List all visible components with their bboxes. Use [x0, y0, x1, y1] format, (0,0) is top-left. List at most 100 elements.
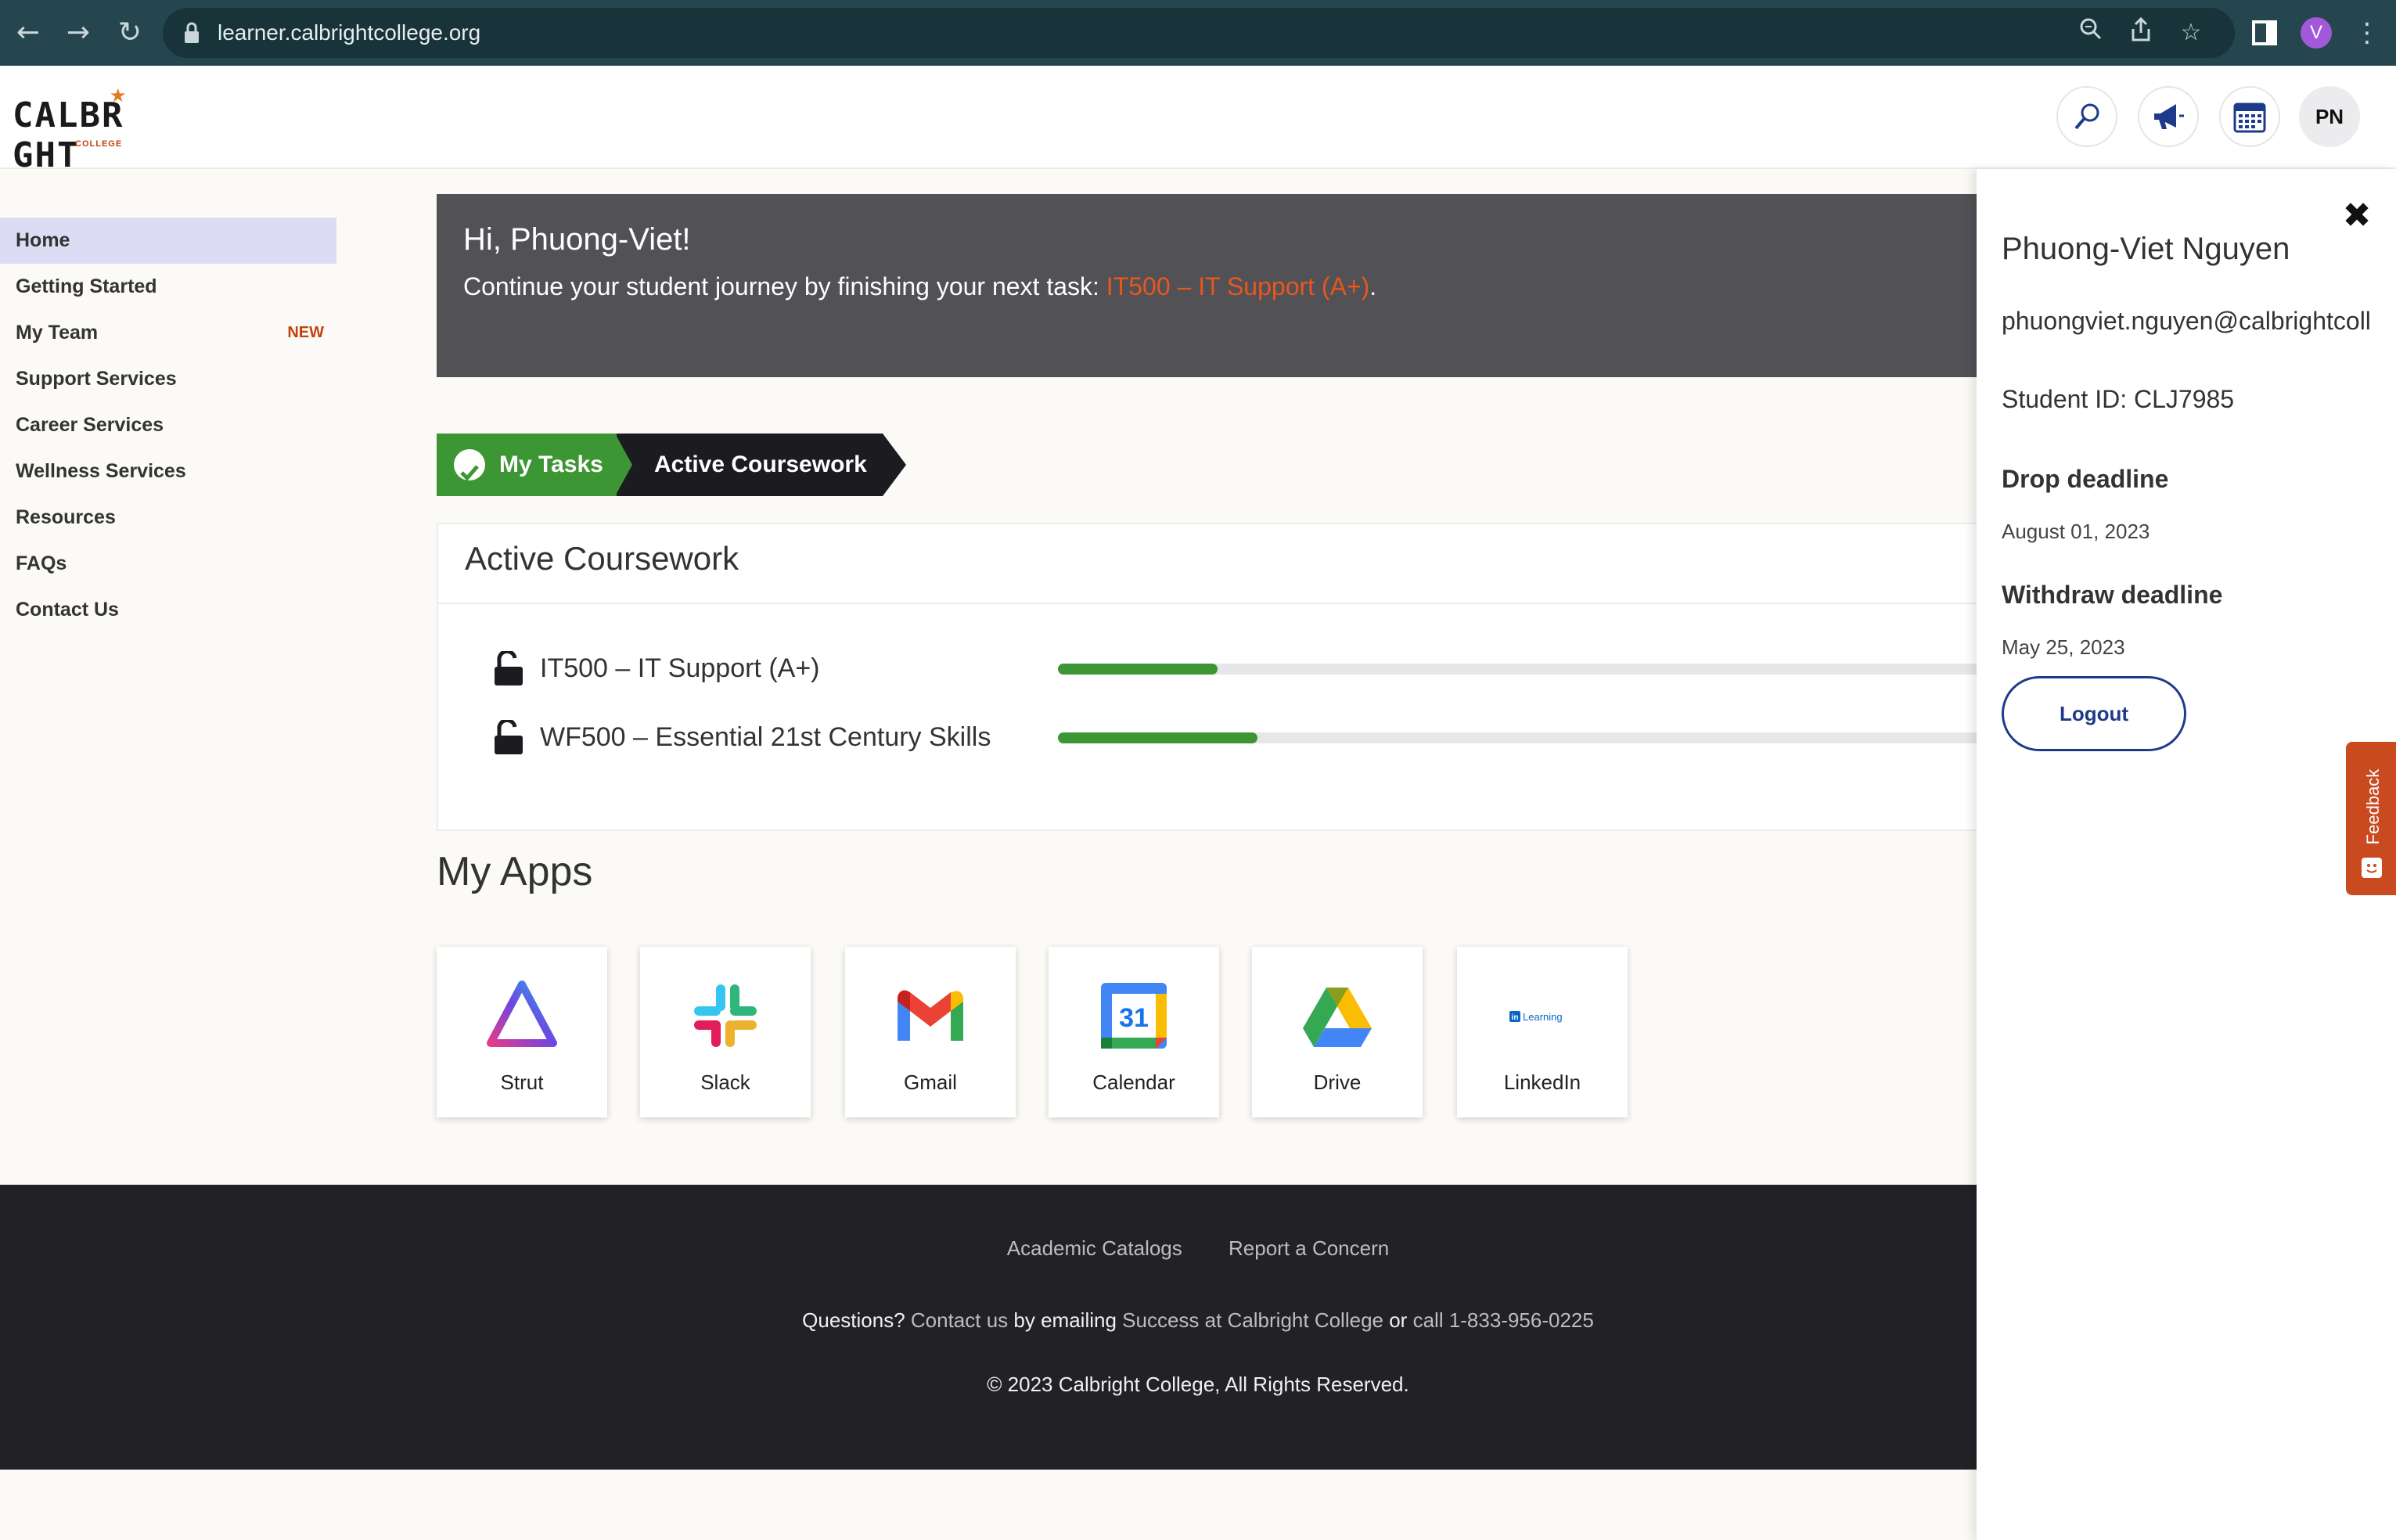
- sidebar-item-label: FAQs: [16, 552, 67, 574]
- feedback-smiley-icon: [2362, 858, 2382, 878]
- drop-deadline-date: August 01, 2023: [2002, 520, 2150, 543]
- browser-toolbar: ← → ↻ learner.calbrightcollege.org ☆ V ⋮: [0, 0, 2396, 66]
- bookmark-star-icon[interactable]: ☆: [2175, 17, 2207, 49]
- feedback-label: Feedback: [2363, 768, 2383, 845]
- footer-text: by emailing: [1008, 1308, 1123, 1332]
- sidebar-item-resources[interactable]: Resources: [0, 495, 336, 541]
- sidebar-item-label: Wellness Services: [16, 460, 186, 482]
- sidebar-item-faqs[interactable]: FAQs: [0, 541, 336, 587]
- unlocked-padlock-icon: [495, 651, 523, 685]
- sidebar-item-getting-started[interactable]: Getting Started: [0, 264, 336, 310]
- student-id: Student ID: CLJ7985: [2002, 385, 2235, 413]
- announcements-button[interactable]: [2138, 86, 2199, 147]
- breadcrumb-separator: [615, 434, 632, 496]
- slack-logo-icon: [694, 984, 757, 1047]
- withdraw-deadline-label: Withdraw deadline: [2002, 581, 2223, 609]
- breadcrumb-arrow: [883, 434, 906, 496]
- reload-icon[interactable]: ↻: [114, 17, 146, 49]
- next-task-suffix: .: [1369, 272, 1377, 300]
- course-name[interactable]: IT500 – IT Support (A+): [540, 645, 820, 692]
- logo-star-icon: ★: [110, 85, 127, 106]
- profile-email: phuongviet.nguyen@calbrightcoll: [2002, 307, 2371, 335]
- next-task-text: Continue your student journey by finishi…: [463, 272, 1376, 301]
- footer-email-link[interactable]: Success at Calbright College: [1122, 1308, 1383, 1332]
- footer-link-report-concern[interactable]: Report a Concern: [1229, 1236, 1389, 1260]
- sidebar-item-wellness-services[interactable]: Wellness Services: [0, 448, 336, 495]
- app-label: Drive: [1313, 1070, 1362, 1094]
- back-arrow-icon[interactable]: ←: [13, 17, 44, 49]
- breadcrumb-active-coursework[interactable]: Active Coursework: [617, 434, 883, 496]
- calendar-icon: [2233, 103, 2266, 133]
- sidebar-item-home[interactable]: Home: [0, 218, 336, 264]
- sidebar-item-label: My Team: [16, 322, 99, 344]
- logo-subtitle: COLLEGE: [75, 139, 123, 149]
- feedback-tab[interactable]: Feedback: [2346, 742, 2396, 895]
- calendar-button[interactable]: [2219, 86, 2280, 147]
- app-label: Strut: [500, 1070, 544, 1094]
- footer-text: or: [1383, 1308, 1413, 1332]
- withdraw-deadline-date: May 25, 2023: [2002, 635, 2125, 659]
- footer-phone-link[interactable]: call 1-833-956-0225: [1413, 1308, 1594, 1332]
- svg-text:in: in: [1512, 1013, 1519, 1022]
- app-label: Slack: [700, 1070, 750, 1094]
- zoom-icon[interactable]: [2075, 17, 2106, 49]
- browser-menu-icon[interactable]: ⋮: [2354, 17, 2380, 49]
- app-tile-slack[interactable]: Slack: [640, 947, 811, 1117]
- new-badge: NEW: [287, 324, 324, 341]
- drop-deadline-label: Drop deadline: [2002, 465, 2169, 493]
- check-circle-icon: [454, 449, 485, 481]
- breadcrumb-step-label: My Tasks: [499, 452, 603, 477]
- footer-link-academic-catalogs[interactable]: Academic Catalogs: [1007, 1236, 1182, 1260]
- app-tile-gmail[interactable]: Gmail: [845, 947, 1016, 1117]
- sidebar-item-career-services[interactable]: Career Services: [0, 402, 336, 448]
- footer-text: Questions?: [802, 1308, 911, 1332]
- search-icon: [2074, 103, 2099, 130]
- sidebar-item-label: Home: [16, 229, 70, 251]
- app-tile-linkedin[interactable]: in Learning LinkedIn: [1457, 947, 1628, 1117]
- megaphone-icon: [2154, 104, 2184, 129]
- share-icon[interactable]: [2125, 16, 2157, 49]
- user-avatar-button[interactable]: PN: [2299, 86, 2360, 147]
- close-icon[interactable]: ✖: [2337, 196, 2377, 236]
- sidebar-item-label: Resources: [16, 506, 116, 528]
- strut-logo-icon: [487, 980, 557, 1047]
- app-label: LinkedIn: [1503, 1070, 1581, 1094]
- logo-wordmark: CALBR GHT: [13, 95, 124, 175]
- sidebar-item-my-team[interactable]: My Team NEW: [0, 310, 336, 356]
- sidebar-item-label: Career Services: [16, 414, 164, 436]
- search-button[interactable]: [2056, 86, 2117, 147]
- unlocked-padlock-icon: [495, 720, 523, 754]
- calendar-logo-icon: 31: [1101, 983, 1167, 1049]
- breadcrumb-my-tasks[interactable]: My Tasks: [437, 434, 617, 496]
- calbright-logo[interactable]: CALBR GHT ★ COLLEGE: [13, 85, 200, 175]
- address-bar[interactable]: learner.calbrightcollege.org ☆: [163, 8, 2235, 58]
- drive-logo-icon: [1303, 988, 1372, 1047]
- sidebar-item-contact-us[interactable]: Contact Us: [0, 587, 336, 633]
- app-tile-calendar[interactable]: 31 Calendar: [1049, 947, 1219, 1117]
- course-progress-fill: [1058, 732, 1257, 743]
- forward-arrow-icon[interactable]: →: [63, 17, 94, 49]
- side-panel-icon[interactable]: [2252, 20, 2277, 45]
- footer-contact-link[interactable]: Contact us: [911, 1308, 1008, 1332]
- course-name[interactable]: WF500 – Essential 21st Century Skills: [540, 714, 991, 761]
- calendar-day-number: 31: [1119, 1003, 1149, 1033]
- app-label: Calendar: [1092, 1070, 1175, 1094]
- next-task-link[interactable]: IT500 – IT Support (A+): [1106, 272, 1369, 300]
- my-apps-heading: My Apps: [437, 849, 593, 894]
- site-header: CALBR GHT ★ COLLEGE PN: [0, 66, 2396, 175]
- browser-profile-avatar[interactable]: V: [2301, 17, 2332, 49]
- next-task-prefix: Continue your student journey by finishi…: [463, 272, 1106, 300]
- sidebar-item-support-services[interactable]: Support Services: [0, 356, 336, 402]
- linkedin-learning-icon: in Learning: [1509, 1011, 1563, 1023]
- app-label: Gmail: [904, 1070, 957, 1094]
- sidebar-nav: Home Getting Started My Team NEW Support …: [0, 218, 336, 633]
- lock-icon: [185, 22, 199, 43]
- app-tile-strut[interactable]: Strut: [437, 947, 607, 1117]
- sidebar-item-label: Support Services: [16, 368, 177, 390]
- profile-name: Phuong-Viet Nguyen: [2002, 232, 2290, 266]
- logout-button[interactable]: Logout: [2002, 676, 2186, 751]
- gmail-logo-icon: [898, 990, 963, 1041]
- linkedin-learning-wordmark: Learning: [1523, 1011, 1563, 1023]
- sidebar-item-label: Getting Started: [16, 275, 157, 297]
- app-tile-drive[interactable]: Drive: [1252, 947, 1423, 1117]
